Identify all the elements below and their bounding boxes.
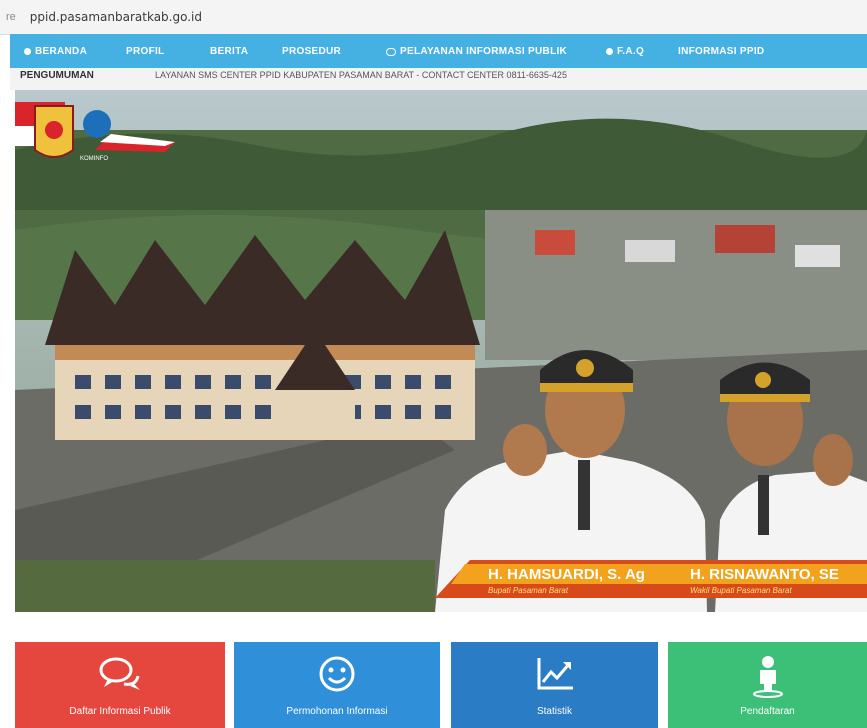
tile-statistik[interactable]: Statistik [451, 642, 658, 728]
browser-address-bar[interactable]: re ppid.pasamanbaratkab.go.id [0, 0, 867, 35]
nav-item-prosedur[interactable]: PROSEDUR [282, 46, 341, 57]
announcement-label: PENGUMUMAN [20, 70, 94, 81]
svg-text:KOMINFO: KOMINFO [80, 156, 108, 162]
banner-illustration: KOMINFO [15, 90, 867, 612]
chat-icon [386, 47, 396, 56]
address-prefix: re [6, 11, 16, 23]
hero-banner: KOMINFO [15, 90, 867, 612]
nav-item-informasi-ppid[interactable]: INFORMASI PPID [678, 46, 764, 57]
person-name-1: H. HAMSUARDI, S. Ag [488, 566, 645, 583]
nav-item-faq[interactable]: F.A.Q [606, 46, 644, 57]
nav-label: PROSEDUR [282, 46, 342, 57]
nav-item-profil[interactable]: PROFIL [126, 46, 164, 57]
tile-label: Pendaftaran [740, 706, 795, 717]
nav-label: INFORMASI PPID [678, 46, 765, 57]
tile-permohonan-informasi[interactable]: Permohonan Informasi [234, 642, 440, 728]
tile-pendaftaran[interactable]: Pendaftaran [668, 642, 867, 728]
smiley-icon [319, 656, 355, 692]
question-dot-icon [606, 48, 613, 55]
person-name-2: H. RISNAWANTO, SE [690, 566, 839, 583]
tile-daftar-informasi-publik[interactable]: Daftar Informasi Publik [15, 642, 225, 728]
nav-label: BERITA [210, 46, 249, 57]
tile-label: Daftar Informasi Publik [69, 706, 171, 717]
nav-label: PROFIL [126, 46, 165, 57]
nav-label: BERANDA [35, 46, 88, 57]
tile-label: Permohonan Informasi [286, 706, 388, 717]
nav-label: F.A.Q [617, 46, 645, 57]
person-title-2: Wakil Bupati Pasaman Barat [690, 586, 792, 595]
announcement-bar: PENGUMUMAN LAYANAN SMS CENTER PPID KABUP… [10, 68, 867, 90]
chart-up-icon [537, 658, 573, 690]
chat-bubbles-icon [99, 657, 140, 690]
url-text[interactable]: ppid.pasamanbaratkab.go.id [30, 10, 202, 24]
service-tiles: Daftar Informasi Publik Permohonan Infor… [15, 642, 867, 728]
nav-item-beranda[interactable]: BERANDA [24, 46, 87, 57]
nav-item-pelayanan[interactable]: PELAYANAN INFORMASI PUBLIK [386, 46, 567, 57]
announcement-text[interactable]: LAYANAN SMS CENTER PPID KABUPATEN PASAMA… [155, 70, 567, 80]
main-navigation: BERANDA PROFIL BERITA PROSEDUR PELAYANAN… [10, 34, 867, 68]
nav-item-berita[interactable]: BERITA [210, 46, 248, 57]
nav-label: PELAYANAN INFORMASI PUBLIK [400, 46, 568, 57]
tile-label: Statistik [536, 706, 572, 717]
person-icon [752, 656, 783, 698]
person-title-1: Bupati Pasaman Barat [488, 586, 569, 595]
home-dot-icon [24, 48, 31, 55]
